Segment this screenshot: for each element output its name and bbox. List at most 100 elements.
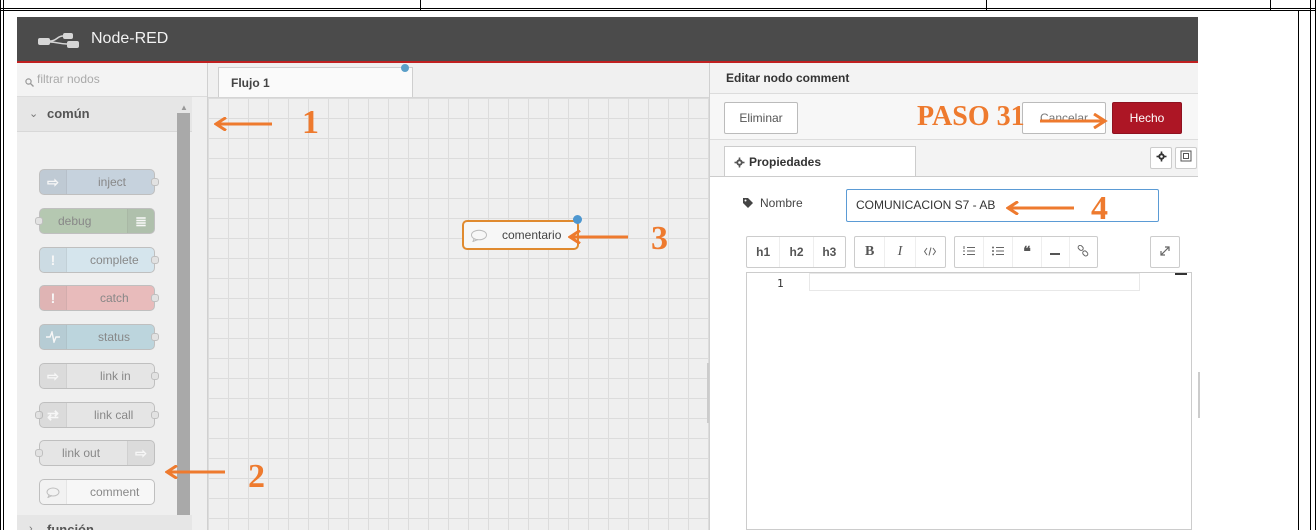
md-hr-button[interactable] <box>1042 237 1070 267</box>
flow-node-label: comentario <box>502 228 562 242</box>
line-number: 1 <box>777 277 784 290</box>
annotation-arrow-3 <box>568 230 628 244</box>
tag-icon <box>742 197 754 212</box>
name-input[interactable]: COMUNICACION S7 - AB <box>846 189 1159 222</box>
expand-icon <box>1160 243 1170 261</box>
pulse-icon <box>40 325 67 349</box>
palette-node-inject[interactable]: ⇨ inject <box>39 169 159 195</box>
md-quote-button[interactable]: ❝ <box>1013 237 1042 267</box>
comment-bubble-icon <box>470 229 488 247</box>
node-palette: filtrar nodos ⌄ común ▲ ⇨ inject debug ≣… <box>17 63 208 530</box>
palette-node-label: complete <box>90 253 139 267</box>
bullet-list-icon <box>992 245 1005 259</box>
md-format-group: B I <box>854 236 946 268</box>
ordered-list-icon <box>963 245 976 259</box>
editor-tabs: Propiedades <box>710 140 1198 177</box>
palette-node-debug[interactable]: debug ≣ <box>35 208 155 234</box>
debug-list-icon: ≣ <box>127 209 154 233</box>
tab-label: Flujo 1 <box>231 76 270 90</box>
palette-node-link-in[interactable]: ⇨ link in <box>39 363 159 389</box>
tab-flujo-1[interactable]: Flujo 1 <box>218 64 413 97</box>
markdown-code-editor[interactable]: 1 <box>746 272 1192 530</box>
md-bold-button[interactable]: B <box>855 237 886 267</box>
flow-canvas[interactable] <box>208 98 709 530</box>
flow-workspace: Flujo 1 comentario <box>208 63 710 530</box>
annotation-arrow-done <box>1040 113 1108 129</box>
document-frame-inner-right <box>1298 11 1299 530</box>
palette-node-link-out[interactable]: link out ⇨ <box>35 440 155 466</box>
palette-node-label: catch <box>100 291 129 305</box>
palette-category-label: común <box>47 106 90 121</box>
active-line <box>809 273 1140 291</box>
document-frame-top <box>0 0 1316 11</box>
annotation-marker-4: 4 <box>1091 190 1108 227</box>
delete-button[interactable]: Eliminar <box>724 102 798 134</box>
md-bullet-list-button[interactable] <box>984 237 1014 267</box>
app-title: Node-RED <box>91 30 169 47</box>
exclamation-icon: ! <box>40 248 67 272</box>
scroll-up-icon[interactable]: ▲ <box>180 103 188 112</box>
palette-node-comment[interactable]: comment <box>39 479 155 505</box>
window-scrollbar[interactable] <box>1198 372 1200 418</box>
link-call-icon: ⇄ <box>40 403 67 427</box>
gear-icon <box>1156 149 1167 167</box>
md-block-group: ❝ <box>954 236 1098 268</box>
md-italic-button[interactable]: I <box>885 237 916 267</box>
comment-bubble-icon <box>40 480 67 504</box>
md-h3-button[interactable]: h3 <box>814 237 845 267</box>
output-port <box>151 178 159 186</box>
node-red-window: Node-RED filtrar nodos ⌄ común ▲ ⇨ injec… <box>17 17 1198 530</box>
annotation-arrow-4 <box>1006 201 1074 215</box>
link-icon <box>1077 244 1089 260</box>
md-h2-button[interactable]: h2 <box>780 237 814 267</box>
output-port <box>151 294 159 302</box>
expand-editor-button[interactable] <box>1150 236 1180 268</box>
palette-node-label: status <box>98 330 131 344</box>
palette-filter-placeholder: filtrar nodos <box>37 72 100 86</box>
annotation-marker-3: 3 <box>651 220 668 257</box>
input-port <box>35 217 43 225</box>
output-port <box>151 256 159 264</box>
palette-category-comun[interactable]: ⌄ común <box>17 97 192 132</box>
output-port <box>151 411 159 419</box>
done-button[interactable]: Hecho <box>1112 102 1182 134</box>
node-appearance-button[interactable] <box>1175 147 1197 169</box>
editor-header: Editar nodo comment <box>710 63 1198 94</box>
link-arrow-icon: ⇨ <box>40 364 67 388</box>
md-link-button[interactable] <box>1070 237 1097 267</box>
palette-node-label: link out <box>62 446 101 460</box>
node-settings-button[interactable] <box>1150 147 1172 169</box>
md-h1-button[interactable]: h1 <box>747 237 781 267</box>
editor-scrollbar[interactable] <box>1175 273 1187 275</box>
changed-indicator-dot <box>401 64 409 72</box>
palette-node-label: debug <box>58 214 92 228</box>
palette-node-label: link call <box>94 408 134 422</box>
code-icon <box>924 245 937 259</box>
document-frame-right <box>1310 0 1316 530</box>
input-port <box>35 449 43 457</box>
output-port <box>151 333 159 341</box>
name-label-text: Nombre <box>760 196 803 210</box>
palette-filter-input[interactable]: filtrar nodos <box>17 63 207 97</box>
palette-category-funcion[interactable]: › función <box>17 515 192 530</box>
app-header: Node-RED <box>17 17 1198 63</box>
md-ordered-list-button[interactable] <box>955 237 985 267</box>
link-arrow-icon: ⇨ <box>127 441 154 465</box>
palette-node-link-call[interactable]: ⇄ link call <box>35 402 159 428</box>
palette-category-label: función <box>47 522 94 530</box>
exclamation-icon: ! <box>40 286 67 310</box>
frame-icon <box>1180 149 1192 167</box>
flow-node-comentario[interactable]: comentario <box>462 215 582 250</box>
palette-node-status[interactable]: status <box>39 324 159 350</box>
palette-node-complete[interactable]: ! complete <box>39 247 159 273</box>
annotation-marker-1: 1 <box>302 104 319 141</box>
md-code-button[interactable] <box>916 237 945 267</box>
palette-node-catch[interactable]: ! catch <box>39 285 159 311</box>
node-editor-tray: Editar nodo comment Eliminar Cancelar He… <box>709 63 1198 530</box>
inject-arrow-icon: ⇨ <box>40 170 67 194</box>
step-title: PASO 31 <box>917 101 1025 132</box>
tab-properties[interactable]: Propiedades <box>724 146 916 176</box>
annotation-arrow-1 <box>214 117 272 131</box>
workspace-tabbar: Flujo 1 <box>208 63 709 98</box>
document-frame-left <box>0 0 4 530</box>
